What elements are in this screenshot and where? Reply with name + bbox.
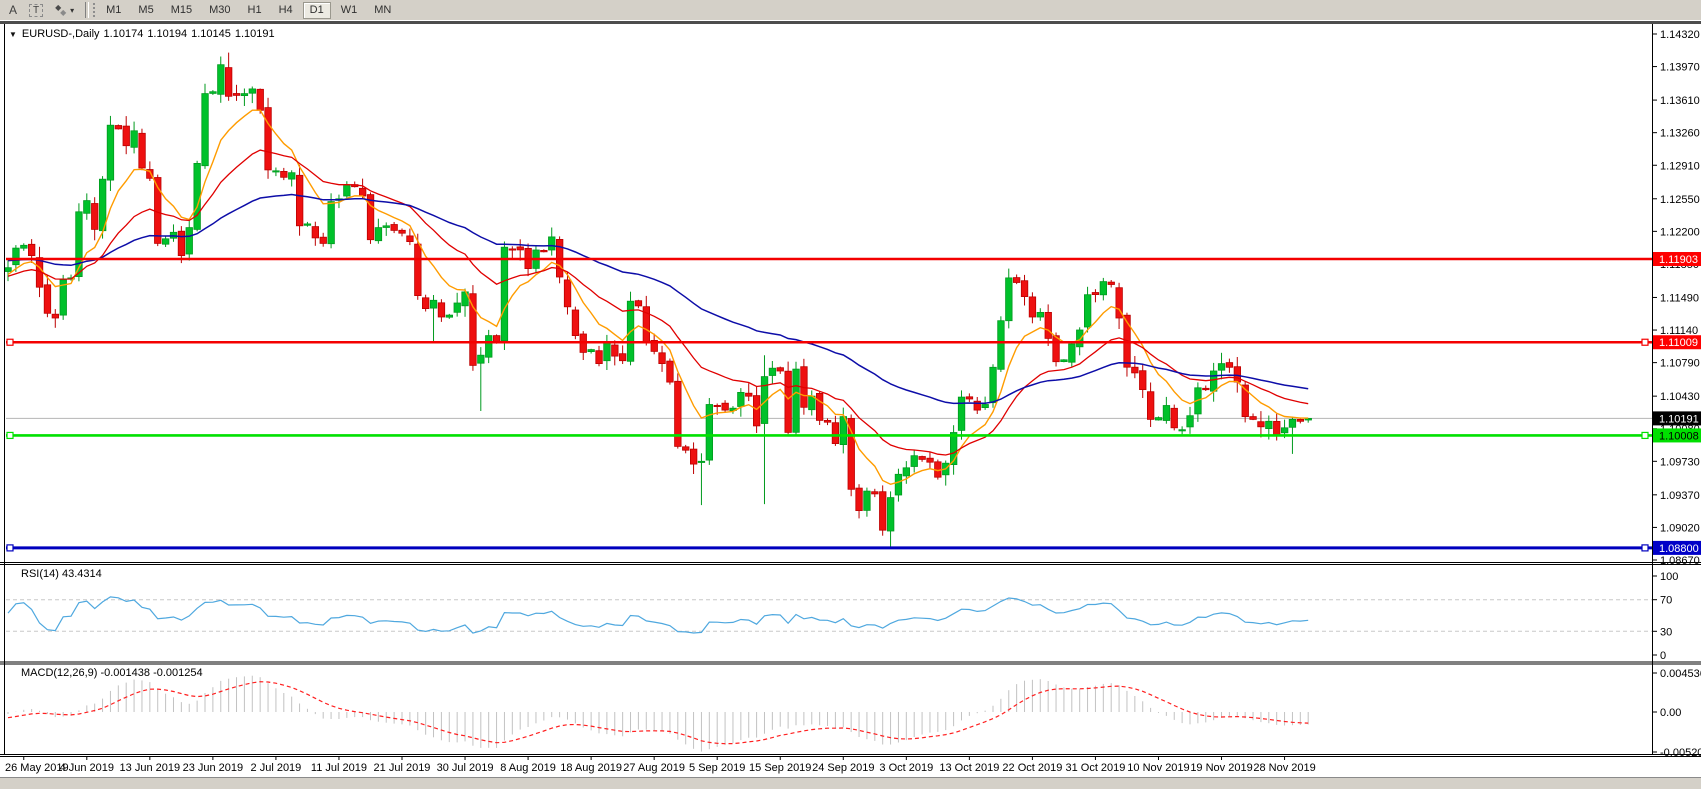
hline-handle[interactable] bbox=[7, 432, 13, 438]
svg-text:21 Jul 2019: 21 Jul 2019 bbox=[374, 762, 431, 774]
svg-text:0: 0 bbox=[1660, 650, 1666, 662]
svg-text:11 Jul 2019: 11 Jul 2019 bbox=[311, 762, 367, 774]
timeframe-button-H4[interactable]: H4 bbox=[272, 2, 300, 19]
svg-text:1.11903: 1.11903 bbox=[1659, 254, 1698, 266]
svg-text:1.09020: 1.09020 bbox=[1660, 522, 1700, 534]
svg-text:1.09370: 1.09370 bbox=[1660, 490, 1700, 502]
svg-text:1.12200: 1.12200 bbox=[1660, 226, 1700, 238]
svg-text:10 Nov 2019: 10 Nov 2019 bbox=[1127, 762, 1189, 774]
svg-text:1.12910: 1.12910 bbox=[1660, 160, 1700, 172]
price-tag-resistance-upper: 1.11903 bbox=[1653, 252, 1701, 266]
toolbar-grip-handle[interactable] bbox=[93, 3, 95, 17]
timeframe-button-M15[interactable]: M15 bbox=[164, 2, 199, 19]
svg-text:1.10430: 1.10430 bbox=[1660, 391, 1700, 403]
low-value: 1.10145 bbox=[191, 28, 231, 40]
collapse-triangle-icon[interactable]: ▼ bbox=[9, 30, 17, 39]
svg-text:1.11490: 1.11490 bbox=[1660, 292, 1699, 304]
shapes-tool-button[interactable]: ◆◆ ▾ bbox=[51, 2, 78, 19]
svg-text:1.13610: 1.13610 bbox=[1660, 95, 1700, 107]
svg-text:3 Oct 2019: 3 Oct 2019 bbox=[879, 762, 933, 774]
chart-canvas[interactable]: 1.14320 1.13970 1.13610 1.13260 1.12910 1.125… bbox=[0, 0, 1701, 788]
svg-text:1.08670: 1.08670 bbox=[1660, 555, 1700, 567]
svg-text:28 Nov 2019: 28 Nov 2019 bbox=[1253, 762, 1315, 774]
svg-text:15 Sep 2019: 15 Sep 2019 bbox=[749, 762, 811, 774]
price-tag-support-blue: 1.08800 bbox=[1653, 541, 1701, 555]
hline-handle[interactable] bbox=[7, 339, 13, 345]
svg-text:1.10191: 1.10191 bbox=[1659, 413, 1699, 425]
svg-text:1.13970: 1.13970 bbox=[1660, 62, 1700, 74]
rsi-indicator-label: RSI(14) 43.4314 bbox=[21, 568, 102, 580]
svg-text:13 Jun 2019: 13 Jun 2019 bbox=[120, 762, 181, 774]
window-bottom-strip bbox=[0, 777, 1701, 789]
svg-text:30: 30 bbox=[1660, 626, 1672, 638]
svg-text:31 Oct 2019: 31 Oct 2019 bbox=[1065, 762, 1125, 774]
svg-text:2 Jul 2019: 2 Jul 2019 bbox=[251, 762, 302, 774]
svg-text:-0.005205: -0.005205 bbox=[1660, 747, 1701, 759]
timeframe-group: M1M5M15M30H1H4D1W1MN bbox=[99, 2, 401, 19]
timeframe-button-M30[interactable]: M30 bbox=[202, 2, 237, 19]
close-value: 1.10191 bbox=[235, 28, 275, 40]
hline-handle[interactable] bbox=[1642, 339, 1648, 345]
svg-text:5 Sep 2019: 5 Sep 2019 bbox=[689, 762, 745, 774]
hline-handle[interactable] bbox=[1642, 545, 1648, 551]
svg-text:18 Aug 2019: 18 Aug 2019 bbox=[560, 762, 622, 774]
timeframe-button-D1[interactable]: D1 bbox=[303, 2, 331, 19]
hline-handle[interactable] bbox=[1642, 432, 1648, 438]
chart-background bbox=[0, 21, 1701, 788]
toolbar-separator bbox=[85, 2, 89, 18]
macd-indicator-label: MACD(12,26,9) -0.001438 -0.001254 bbox=[21, 667, 203, 679]
textbox-icon: T bbox=[29, 4, 43, 17]
svg-text:19 Nov 2019: 19 Nov 2019 bbox=[1190, 762, 1252, 774]
svg-text:1.11009: 1.11009 bbox=[1659, 337, 1698, 349]
font-tool-label: A bbox=[9, 3, 17, 17]
timeframe-button-W1[interactable]: W1 bbox=[334, 2, 365, 19]
chevron-down-icon: ▾ bbox=[70, 6, 74, 15]
svg-text:22 Oct 2019: 22 Oct 2019 bbox=[1002, 762, 1062, 774]
svg-text:70: 70 bbox=[1660, 595, 1672, 607]
timeframe-button-H1[interactable]: H1 bbox=[241, 2, 269, 19]
svg-text:13 Oct 2019: 13 Oct 2019 bbox=[939, 762, 999, 774]
symbol-period-label: EURUSD-,Daily bbox=[22, 28, 100, 40]
open-value: 1.10174 bbox=[104, 28, 144, 40]
svg-text:8 Aug 2019: 8 Aug 2019 bbox=[500, 762, 556, 774]
price-tag-resistance-lower: 1.11009 bbox=[1653, 335, 1701, 349]
svg-text:1.12550: 1.12550 bbox=[1660, 194, 1700, 206]
price-tag-support-green: 1.10008 bbox=[1653, 428, 1701, 442]
textbox-tool-button[interactable]: T bbox=[25, 2, 47, 19]
svg-text:1.08800: 1.08800 bbox=[1659, 543, 1699, 555]
window-frame-top bbox=[0, 21, 1701, 24]
svg-text:4 Jun 2019: 4 Jun 2019 bbox=[60, 762, 114, 774]
shapes-icon: ◆◆ bbox=[55, 4, 68, 17]
chart-ohlc-header: ▼ EURUSD-,Daily 1.101741.10194 1.10145 1.101… bbox=[9, 28, 279, 40]
svg-text:23 Jun 2019: 23 Jun 2019 bbox=[183, 762, 244, 774]
svg-text:1.10008: 1.10008 bbox=[1659, 430, 1699, 442]
svg-text:0.004536: 0.004536 bbox=[1660, 668, 1701, 680]
price-tag-bid: 1.10191 bbox=[1653, 411, 1701, 425]
svg-text:24 Sep 2019: 24 Sep 2019 bbox=[812, 762, 874, 774]
font-tool-button[interactable]: A bbox=[5, 2, 21, 19]
high-value: 1.10194 bbox=[147, 28, 187, 40]
timeframe-button-MN[interactable]: MN bbox=[367, 2, 398, 19]
svg-text:1.10790: 1.10790 bbox=[1660, 358, 1700, 370]
svg-text:1.14320: 1.14320 bbox=[1660, 29, 1700, 41]
svg-text:27 Aug 2019: 27 Aug 2019 bbox=[623, 762, 685, 774]
svg-text:1.09730: 1.09730 bbox=[1660, 456, 1700, 468]
timeframe-button-M5[interactable]: M5 bbox=[131, 2, 160, 19]
svg-text:30 Jul 2019: 30 Jul 2019 bbox=[437, 762, 494, 774]
svg-text:0.00: 0.00 bbox=[1660, 707, 1681, 719]
toolbar: A T ◆◆ ▾ M1M5M15M30H1H4D1W1MN bbox=[0, 0, 1701, 21]
svg-text:100: 100 bbox=[1660, 571, 1678, 583]
svg-text:1.13260: 1.13260 bbox=[1660, 128, 1700, 140]
hline-handle[interactable] bbox=[7, 545, 13, 551]
timeframe-button-M1[interactable]: M1 bbox=[99, 2, 128, 19]
